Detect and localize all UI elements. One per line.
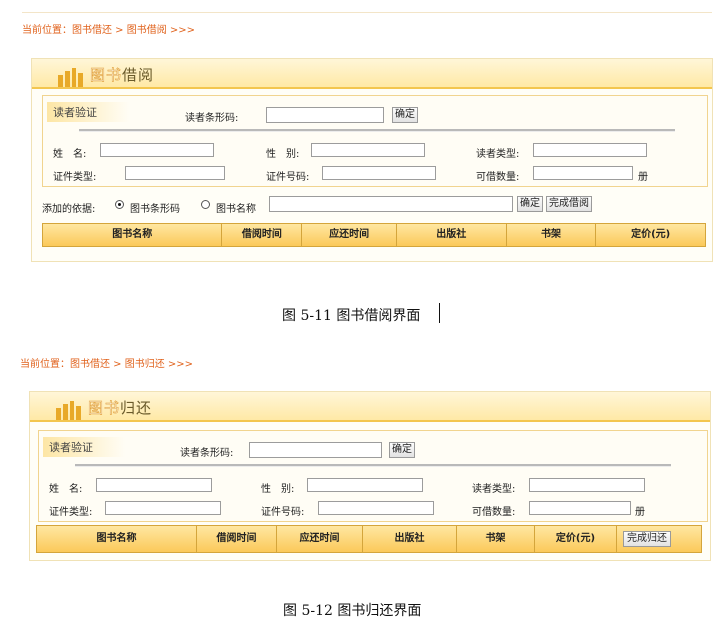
borrow-title-bar: 图书借阅 (32, 59, 712, 89)
section-divider (75, 464, 671, 467)
borrowable-label: 可借数量: (476, 172, 520, 183)
barcode-label: 读者条形码: (185, 113, 239, 124)
section-divider (79, 129, 675, 132)
col-borrow-time: 借阅时间 (222, 224, 303, 246)
col-due-time: 应还时间 (302, 224, 397, 246)
col-publisher: 出版社 (363, 526, 457, 552)
return-table-header: 图书名称 借阅时间 应还时间 出版社 书架 定价(元) 完成归还 (36, 525, 702, 553)
reader-type-label: 读者类型: (472, 484, 516, 495)
barcode-label: 读者条形码: (180, 448, 234, 459)
borrow-table-header: 图书名称 借阅时间 应还时间 出版社 书架 定价(元) (42, 223, 706, 247)
borrowable-input[interactable] (529, 501, 631, 515)
id-no-input[interactable] (322, 166, 436, 180)
radio-name[interactable] (201, 200, 210, 209)
col-shelf: 书架 (506, 224, 597, 246)
confirm-add-button[interactable]: 确定 (517, 196, 543, 212)
title-main: 借阅 (122, 66, 155, 84)
text-cursor (439, 303, 440, 323)
col-book-name: 图书名称 (37, 526, 197, 552)
radio-name-label: 图书名称 (216, 204, 256, 215)
finish-return-button[interactable]: 完成归还 (623, 531, 671, 547)
gender-label: 性 别: (261, 484, 295, 495)
reader-verify-section: 读者验证 读者条形码: 确定 姓 名: 性 别: 读者类型: 证件类型: 证件号… (42, 95, 708, 187)
unit-label: 册 (635, 507, 645, 518)
borrowable-label: 可借数量: (472, 507, 516, 518)
return-title-bar: 图书归还 (30, 392, 710, 422)
finish-borrow-button[interactable]: 完成借阅 (546, 196, 592, 212)
confirm-button[interactable]: 确定 (389, 442, 415, 458)
radio-barcode[interactable] (115, 200, 124, 209)
borrow-title: 图书借阅 (90, 64, 154, 85)
col-price: 定价(元) (596, 224, 706, 246)
top-divider (22, 12, 712, 13)
caption-return: 图 5-12 图书归还界面 (283, 603, 422, 619)
gender-input[interactable] (311, 143, 425, 157)
books-icon (56, 400, 86, 420)
caption-borrow: 图 5-11 图书借阅界面 (282, 308, 421, 324)
id-type-input[interactable] (125, 166, 225, 180)
id-type-input[interactable] (105, 501, 221, 515)
reader-type-input[interactable] (529, 478, 645, 492)
id-no-label: 证件号码: (266, 172, 310, 183)
col-due-time: 应还时间 (277, 526, 363, 552)
return-title: 图书归还 (88, 397, 152, 418)
name-label: 姓 名: (49, 484, 83, 495)
section-label: 读者验证 (43, 437, 125, 457)
id-no-label: 证件号码: (261, 507, 305, 518)
books-icon (58, 67, 88, 87)
col-borrow-time: 借阅时间 (197, 526, 277, 552)
reader-barcode-input[interactable] (266, 107, 384, 123)
radio-barcode-label: 图书条形码 (130, 204, 180, 215)
col-shelf: 书架 (457, 526, 535, 552)
reader-type-label: 读者类型: (476, 149, 520, 160)
borrow-panel: 图书借阅 读者验证 读者条形码: 确定 姓 名: 性 别: 读者类型: 证件类型… (31, 58, 713, 262)
unit-label: 册 (638, 172, 648, 183)
col-price: 定价(元) (535, 526, 617, 552)
return-panel: 图书归还 读者验证 读者条形码: 确定 姓 名: 性 别: 读者类型: 证件类型… (29, 391, 711, 561)
section-label: 读者验证 (47, 102, 129, 122)
id-no-input[interactable] (318, 501, 434, 515)
borrowable-input[interactable] (533, 166, 633, 180)
gender-input[interactable] (307, 478, 423, 492)
basis-label: 添加的依据: (42, 204, 96, 215)
confirm-button[interactable]: 确定 (392, 107, 418, 123)
id-type-label: 证件类型: (49, 507, 93, 518)
title-ghost: 图书 (88, 399, 121, 418)
reader-barcode-input[interactable] (249, 442, 382, 458)
id-type-label: 证件类型: (53, 172, 97, 183)
col-publisher: 出版社 (396, 224, 507, 246)
reader-verify-section: 读者验证 读者条形码: 确定 姓 名: 性 别: 读者类型: 证件类型: 证件号… (38, 430, 708, 522)
col-book-name: 图书名称 (43, 224, 223, 246)
name-input[interactable] (100, 143, 214, 157)
gender-label: 性 别: (266, 149, 300, 160)
reader-type-input[interactable] (533, 143, 647, 157)
name-input[interactable] (96, 478, 212, 492)
book-search-input[interactable] (269, 196, 513, 212)
breadcrumb-return: 当前位置：图书借还 > 图书归还 >>> (20, 359, 194, 370)
col-action: 完成归还 (617, 526, 701, 552)
title-main: 归还 (120, 399, 153, 417)
title-ghost: 图书 (90, 66, 123, 85)
name-label: 姓 名: (53, 149, 87, 160)
breadcrumb-borrow: 当前位置：图书借还 > 图书借阅 >>> (22, 25, 196, 36)
